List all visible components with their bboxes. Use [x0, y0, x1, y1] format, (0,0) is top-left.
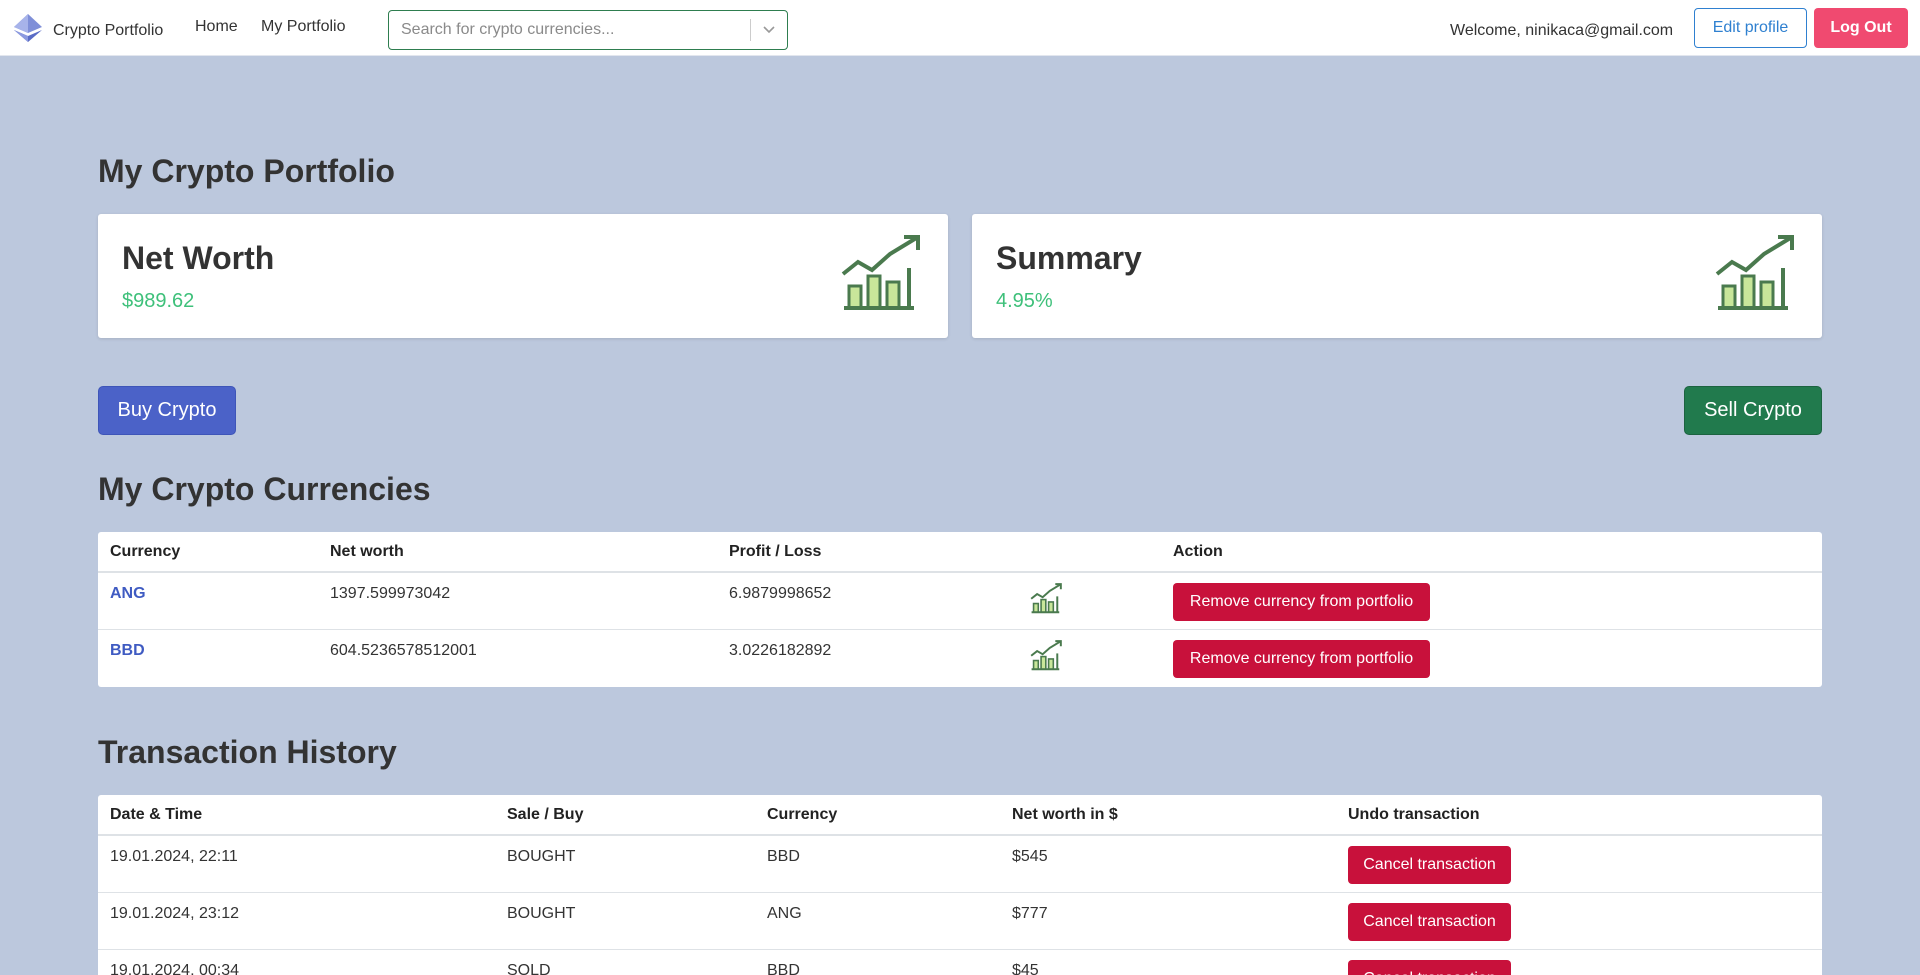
table-header: Currency Net worth Profit / Loss Action	[98, 532, 1822, 573]
search-separator	[750, 19, 751, 41]
cancel-transaction-button[interactable]: Cancel transaction	[1348, 846, 1511, 884]
currency-link[interactable]: BBD	[110, 642, 145, 660]
summary-card: Summary 4.95%	[972, 214, 1822, 338]
chevron-down-icon[interactable]	[757, 19, 781, 41]
net-worth-cell: $777	[1012, 905, 1048, 922]
logout-button[interactable]: Log Out	[1814, 8, 1908, 48]
cancel-transaction-button[interactable]: Cancel transaction	[1348, 903, 1511, 941]
column-header-sale-buy: Sale / Buy	[507, 806, 584, 823]
brand-name: Crypto Portfolio	[53, 21, 164, 39]
column-header-date-time: Date & Time	[110, 806, 203, 823]
profit-loss-cell: 6.9879998652	[729, 585, 832, 602]
net-worth-value: $989.62	[122, 290, 195, 312]
table-row: BBD 604.5236578512001 3.0226182892 Remov…	[98, 630, 1822, 687]
net-worth-cell: 1397.599973042	[330, 585, 451, 602]
currency-cell: BBD	[767, 848, 800, 865]
ethereum-logo-icon	[12, 13, 44, 48]
net-worth-title: Net Worth	[122, 240, 275, 276]
currency-link[interactable]: ANG	[110, 585, 146, 603]
growth-chart-icon	[1714, 232, 1800, 312]
currencies-title: My Crypto Currencies	[98, 471, 431, 507]
summary-title: Summary	[996, 240, 1142, 276]
datetime-cell: 19.01.2024, 00:34	[110, 962, 240, 975]
nav-link-my-portfolio[interactable]: My Portfolio	[261, 18, 345, 36]
transactions-title: Transaction History	[98, 734, 397, 770]
table-row: ANG 1397.599973042 6.9879998652 Remove c…	[98, 573, 1822, 630]
growth-chart-icon	[1030, 639, 1064, 671]
datetime-cell: 19.01.2024, 22:11	[110, 848, 238, 865]
edit-profile-button[interactable]: Edit profile	[1694, 8, 1807, 48]
summary-value: 4.95%	[996, 290, 1053, 312]
search-select[interactable]	[388, 10, 788, 50]
column-header-net-worth: Net worth in $	[1012, 806, 1118, 823]
growth-chart-icon	[840, 232, 926, 312]
net-worth-cell: $545	[1012, 848, 1048, 865]
column-header-undo: Undo transaction	[1348, 806, 1480, 823]
net-worth-card: Net Worth $989.62	[98, 214, 948, 338]
column-header-net-worth: Net worth	[330, 543, 404, 560]
column-header-currency: Currency	[767, 806, 838, 823]
navbar: Crypto Portfolio Home My Portfolio Welco…	[0, 0, 1920, 56]
datetime-cell: 19.01.2024, 23:12	[110, 905, 240, 922]
table-row: 19.01.2024, 00:34 SOLD BBD $45 Cancel tr…	[98, 950, 1822, 975]
net-worth-cell: $45	[1012, 962, 1039, 975]
sell-crypto-button[interactable]: Sell Crypto	[1684, 386, 1822, 435]
currency-cell: ANG	[767, 905, 802, 922]
type-cell: BOUGHT	[507, 905, 576, 922]
table-row: 19.01.2024, 23:12 BOUGHT ANG $777 Cancel…	[98, 893, 1822, 950]
page-title: My Crypto Portfolio	[98, 153, 395, 189]
type-cell: BOUGHT	[507, 848, 576, 865]
net-worth-cell: 604.5236578512001	[330, 642, 477, 659]
column-header-profit-loss: Profit / Loss	[729, 543, 822, 560]
welcome-text: Welcome, ninikaca@gmail.com	[1450, 22, 1674, 39]
column-header-action: Action	[1173, 543, 1223, 560]
brand[interactable]: Crypto Portfolio	[12, 13, 163, 48]
remove-currency-button[interactable]: Remove currency from portfolio	[1173, 583, 1430, 621]
cancel-transaction-button[interactable]: Cancel transaction	[1348, 960, 1511, 975]
currencies-table: Currency Net worth Profit / Loss Action …	[98, 532, 1822, 687]
growth-chart-icon	[1030, 582, 1064, 614]
search-input[interactable]	[390, 12, 750, 48]
column-header-currency: Currency	[110, 543, 181, 560]
remove-currency-button[interactable]: Remove currency from portfolio	[1173, 640, 1430, 678]
type-cell: SOLD	[507, 962, 551, 975]
buy-crypto-button[interactable]: Buy Crypto	[98, 386, 236, 435]
table-row: 19.01.2024, 22:11 BOUGHT BBD $545 Cancel…	[98, 836, 1822, 893]
table-header: Date & Time Sale / Buy Currency Net wort…	[98, 795, 1822, 836]
currency-cell: BBD	[767, 962, 800, 975]
profit-loss-cell: 3.0226182892	[729, 642, 832, 659]
nav-link-home[interactable]: Home	[195, 18, 238, 36]
transactions-table: Date & Time Sale / Buy Currency Net wort…	[98, 795, 1822, 975]
